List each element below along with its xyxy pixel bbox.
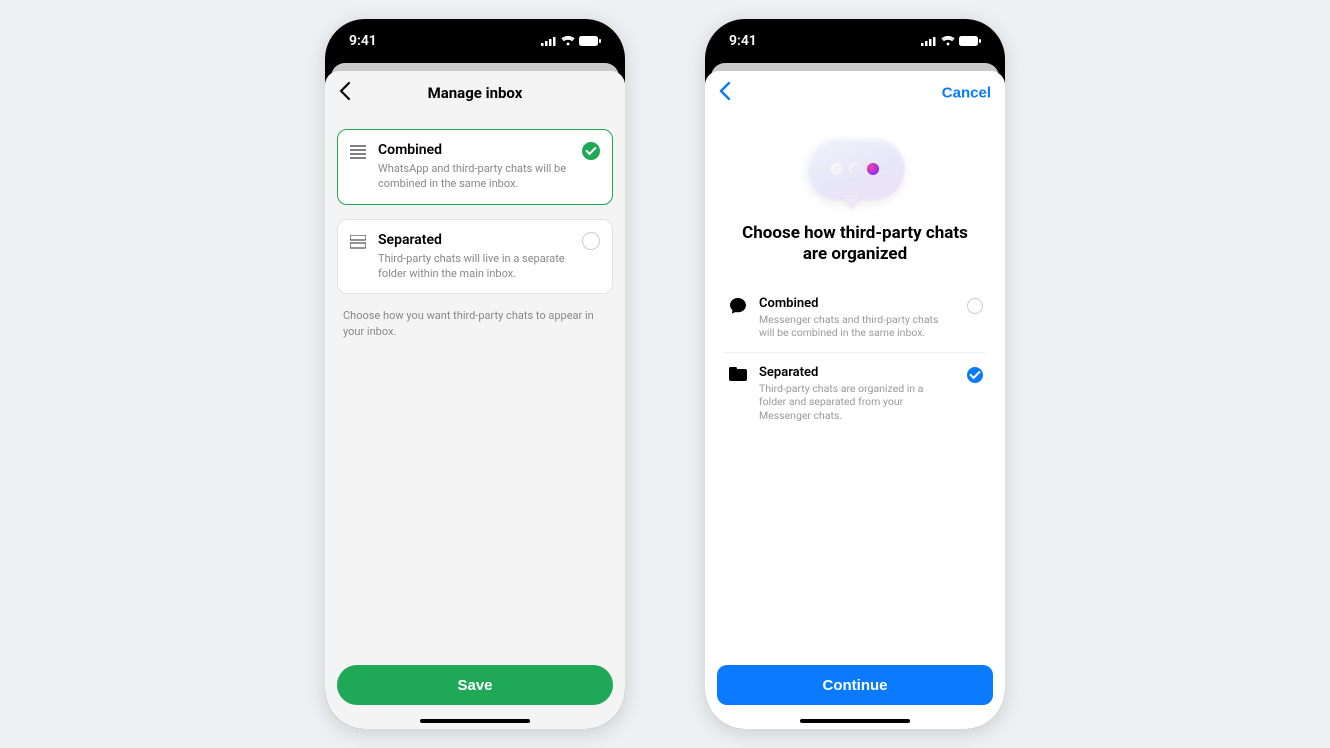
status-bar: 9:41 <box>325 19 625 63</box>
manage-inbox-modal: Manage inbox Combined WhatsApp and third… <box>325 71 625 729</box>
split-icon <box>350 235 366 249</box>
nav-bar: Cancel <box>705 71 1005 115</box>
back-button[interactable] <box>719 82 731 104</box>
status-time: 9:41 <box>729 33 757 49</box>
dot-icon <box>867 163 879 175</box>
option-combined-title: Combined <box>378 142 572 158</box>
battery-icon <box>959 36 981 46</box>
status-indicators <box>921 36 981 46</box>
signal-icon <box>541 36 557 46</box>
radio-unselected-icon <box>582 232 600 250</box>
option-separated-desc: Third-party chats are organized in a fol… <box>759 382 953 423</box>
option-combined[interactable]: Combined WhatsApp and third-party chats … <box>337 129 613 205</box>
option-combined[interactable]: Combined Messenger chats and third-party… <box>725 284 985 352</box>
dot-icon <box>849 163 861 175</box>
home-indicator[interactable] <box>420 719 530 723</box>
option-separated[interactable]: Separated Third-party chats are organize… <box>725 352 985 435</box>
radio-unselected-icon <box>967 298 983 314</box>
nav-bar: Manage inbox <box>325 71 625 115</box>
list-icon <box>350 145 366 159</box>
helper-text: Choose how you want third-party chats to… <box>337 294 613 353</box>
dot-icon <box>831 163 843 175</box>
wifi-icon <box>941 36 955 46</box>
phone-whatsapp: 9:41 Manage inbox Combined <box>325 19 625 729</box>
phone-messenger: 9:41 Cancel <box>705 19 1005 729</box>
chat-bubble-icon <box>729 297 747 315</box>
radio-selected-icon <box>967 367 983 383</box>
radio-selected-icon <box>582 142 600 160</box>
option-combined-title: Combined <box>759 296 953 311</box>
chevron-left-icon <box>719 82 731 100</box>
back-button[interactable] <box>339 82 351 104</box>
wifi-icon <box>561 36 575 46</box>
status-time: 9:41 <box>349 33 377 49</box>
save-button[interactable]: Save <box>337 665 613 705</box>
option-combined-desc: Messenger chats and third-party chats wi… <box>759 313 953 340</box>
folder-icon <box>729 367 747 381</box>
option-combined-desc: WhatsApp and third-party chats will be c… <box>378 162 572 192</box>
option-separated-title: Separated <box>378 232 572 248</box>
status-bar: 9:41 <box>705 19 1005 63</box>
battery-icon <box>579 36 601 46</box>
option-separated-desc: Third-party chats will live in a separat… <box>378 252 572 282</box>
option-separated-title: Separated <box>759 365 953 380</box>
speech-bubble-icon <box>800 133 910 215</box>
continue-button[interactable]: Continue <box>717 665 993 705</box>
chevron-left-icon <box>339 82 351 100</box>
nav-title: Manage inbox <box>428 84 523 102</box>
cancel-button[interactable]: Cancel <box>942 85 991 102</box>
hero-illustration: Choose how third-party chats are organiz… <box>717 115 993 274</box>
home-indicator[interactable] <box>800 719 910 723</box>
organize-chats-modal: Cancel Choose how third-party chats are … <box>705 71 1005 729</box>
signal-icon <box>921 36 937 46</box>
page-heading: Choose how third-party chats are organiz… <box>717 223 993 266</box>
option-separated[interactable]: Separated Third-party chats will live in… <box>337 219 613 295</box>
status-indicators <box>541 36 601 46</box>
options-list: Combined Messenger chats and third-party… <box>717 274 993 435</box>
